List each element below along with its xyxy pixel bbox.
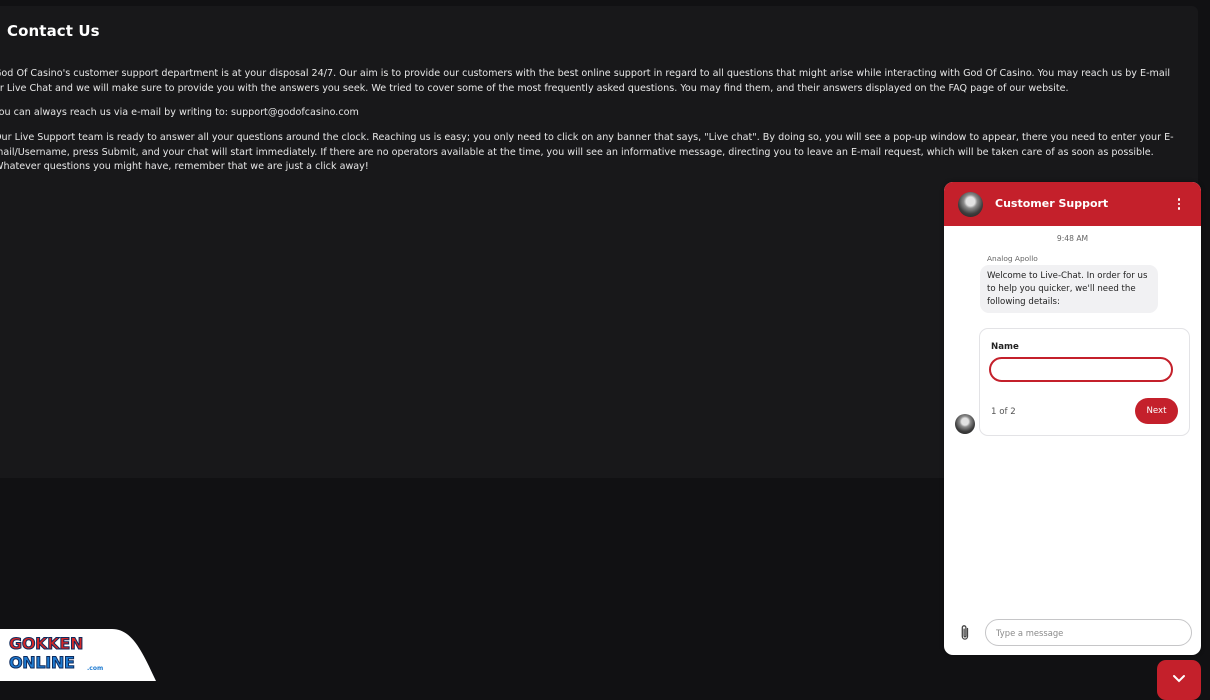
chevron-down-icon	[1173, 675, 1185, 683]
message-timestamp: 9:48 AM	[1056, 234, 1089, 243]
email-paragraph: You can always reach us via e-mail by wr…	[0, 107, 359, 118]
agent-avatar-small	[955, 414, 975, 434]
watermark-logo-line2: ONLINE	[9, 653, 76, 673]
form-step-counter: 1 of 2	[991, 407, 1016, 417]
name-field[interactable]	[989, 357, 1173, 382]
kebab-menu-icon[interactable]	[1174, 195, 1184, 213]
name-field-label: Name	[991, 342, 1019, 352]
message-input[interactable]	[985, 619, 1192, 646]
agent-avatar	[958, 192, 983, 217]
chat-title: Customer Support	[995, 197, 1109, 210]
details-form-card: Name 1 of 2 Next	[979, 328, 1190, 436]
intro-paragraph: God Of Casino's customer support departm…	[0, 68, 1171, 94]
welcome-message-text: Welcome to Live-Chat. In order for us to…	[987, 271, 1148, 307]
page-title: Contact Us	[7, 22, 100, 40]
welcome-message-bubble: Welcome to Live-Chat. In order for us to…	[980, 265, 1158, 313]
minimize-chat-button[interactable]	[1157, 660, 1201, 700]
chat-widget: Customer Support 9:48 AM Analog Apollo W…	[944, 182, 1201, 655]
live-support-paragraph: Our Live Support team is ready to answer…	[0, 132, 1174, 173]
agent-name: Analog Apollo	[987, 254, 1038, 263]
paperclip-icon[interactable]	[958, 624, 972, 642]
chat-header: Customer Support	[944, 182, 1201, 226]
watermark-logo-line1: GOKKEN	[8, 634, 84, 654]
watermark-logo-suffix: .com	[87, 665, 104, 672]
next-button[interactable]: Next	[1135, 398, 1178, 424]
